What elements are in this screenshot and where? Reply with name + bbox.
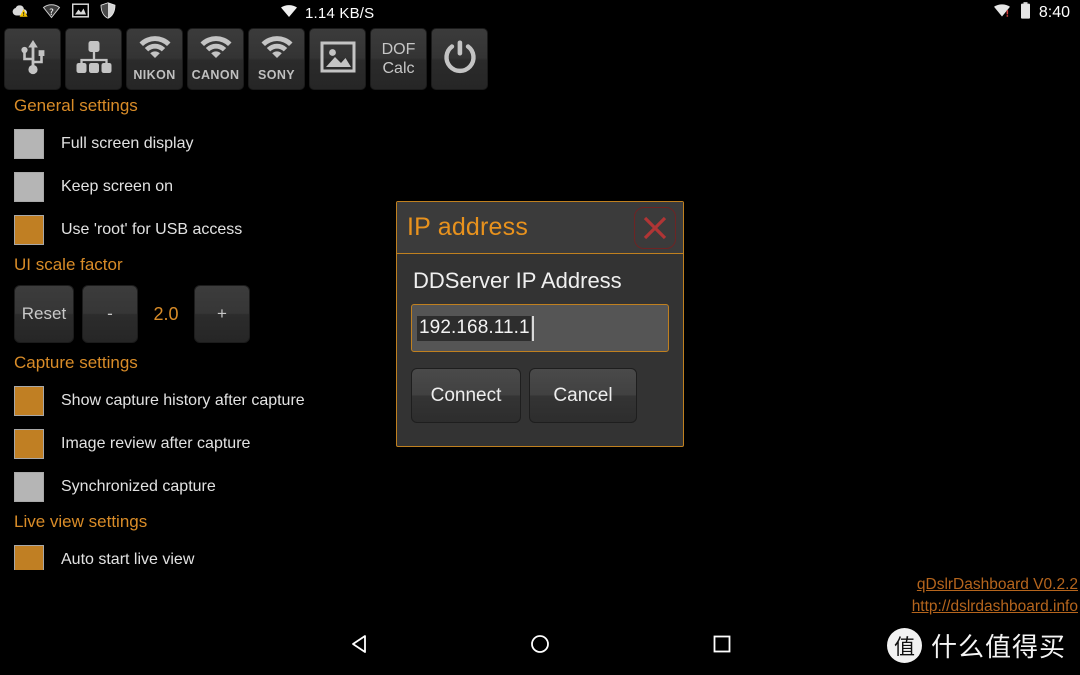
status-bar: ? 1.14 KB/S 8:40	[0, 0, 1080, 26]
wifi-icon	[260, 36, 294, 67]
svg-text:?: ?	[49, 8, 54, 18]
recents-button[interactable]	[682, 618, 762, 675]
checkbox-keep-screen-on[interactable]	[14, 171, 44, 202]
home-button[interactable]	[500, 618, 580, 675]
usb-connect-button[interactable]	[4, 28, 61, 90]
dialog-body: DDServer IP Address 192.168.11.1 Connect…	[397, 254, 683, 423]
dialog-actions: Connect Cancel	[411, 368, 669, 423]
checkbox-full-screen-display[interactable]	[14, 128, 44, 159]
home-circle-icon	[529, 633, 551, 660]
ip-address-input[interactable]: 192.168.11.1	[411, 304, 669, 352]
sony-label: SONY	[257, 68, 296, 82]
cancel-button[interactable]: Cancel	[529, 368, 637, 423]
app-version-link[interactable]: qDslrDashboard V0.2.2	[912, 574, 1078, 596]
checkbox-use-root-usb-access[interactable]	[14, 214, 44, 245]
main-toolbar: NIKON CANON SONY DOF Calc	[4, 28, 488, 90]
app-screen: ? 1.14 KB/S 8:40 NIKON CANON SONY DOF Ca…	[0, 0, 1080, 675]
watermark: 值 什么值得买	[886, 627, 1066, 664]
setting-full-screen-display[interactable]: Full screen display	[0, 122, 430, 165]
usb-icon	[18, 37, 48, 82]
power-button[interactable]	[431, 28, 488, 90]
setting-label: Use 'root' for USB access	[61, 220, 243, 238]
text-caret	[531, 315, 534, 341]
network-connect-button[interactable]	[65, 28, 122, 90]
setting-label: Image review after capture	[61, 434, 251, 452]
wifi-unknown-icon: ?	[42, 3, 61, 24]
scale-decrease-button[interactable]: -	[82, 285, 138, 343]
nikon-label: NIKON	[133, 68, 176, 82]
checkbox-image-review-after-capture[interactable]	[14, 428, 44, 459]
setting-keep-screen-on[interactable]: Keep screen on	[0, 165, 430, 208]
wifi-icon	[138, 36, 172, 67]
scale-reset-button[interactable]: Reset	[14, 285, 74, 343]
setting-image-review-after-capture[interactable]: Image review after capture	[0, 422, 430, 465]
setting-synchronized-capture[interactable]: Synchronized capture	[0, 465, 430, 508]
settings-panel[interactable]: General settings Full screen display Kee…	[0, 92, 430, 570]
dof-line1: DOF	[381, 41, 416, 58]
clock-text: 8:40	[1038, 4, 1070, 21]
gallery-button[interactable]	[309, 28, 366, 90]
scale-increase-button[interactable]: +	[194, 285, 250, 343]
website-link[interactable]: http://dslrdashboard.info	[912, 596, 1078, 618]
setting-label: Synchronized capture	[61, 477, 216, 495]
status-bar-left-icons: ?	[12, 0, 116, 26]
recents-square-icon	[712, 634, 732, 659]
network-tree-icon	[75, 38, 113, 81]
watermark-text: 什么值得买	[930, 633, 1066, 663]
power-icon	[443, 39, 477, 80]
footer-links: qDslrDashboard V0.2.2 http://dslrdashboa…	[912, 574, 1078, 618]
dof-line2: Calc	[382, 60, 415, 77]
battery-full-icon	[1020, 2, 1031, 24]
image-icon	[320, 41, 356, 78]
ip-address-input-value: 192.168.11.1	[417, 315, 531, 341]
dialog-title: IP address	[407, 213, 529, 241]
wifi-icon	[280, 4, 298, 23]
section-header-ui-scale: UI scale factor	[14, 255, 123, 274]
setting-auto-start-live-view[interactable]: Auto start live view	[0, 538, 430, 570]
cloud-warning-icon	[12, 3, 31, 24]
setting-label: Keep screen on	[61, 177, 174, 195]
setting-use-root-usb-access[interactable]: Use 'root' for USB access	[0, 208, 430, 251]
checkbox-synchronized-capture[interactable]	[14, 471, 44, 502]
checkbox-show-capture-history[interactable]	[14, 385, 44, 416]
section-header-live-view: Live view settings	[14, 512, 148, 531]
shield-icon	[100, 2, 116, 24]
wifi-icon	[199, 36, 233, 67]
setting-label: Auto start live view	[61, 550, 195, 568]
watermark-badge: 值	[886, 628, 922, 663]
nikon-wifi-button[interactable]: NIKON	[126, 28, 183, 90]
ip-address-dialog: IP address DDServer IP Address 192.168.1…	[396, 201, 684, 447]
wifi-alert-icon	[993, 3, 1012, 23]
connect-button[interactable]: Connect	[411, 368, 521, 423]
sony-wifi-button[interactable]: SONY	[248, 28, 305, 90]
setting-label: Full screen display	[61, 134, 194, 152]
ip-field-label: DDServer IP Address	[413, 268, 622, 293]
ui-scale-controls: Reset - 2.0 +	[0, 281, 430, 349]
network-speed-text: 1.14 KB/S	[305, 4, 375, 22]
dialog-header: IP address	[397, 202, 683, 254]
setting-label: Show capture history after capture	[61, 391, 305, 409]
setting-show-capture-history[interactable]: Show capture history after capture	[0, 379, 430, 422]
close-icon[interactable]	[634, 207, 676, 249]
back-button[interactable]	[320, 618, 400, 675]
back-triangle-icon	[349, 633, 371, 660]
section-header-capture: Capture settings	[14, 353, 138, 372]
scale-value: 2.0	[153, 303, 179, 324]
section-header-general: General settings	[14, 96, 138, 115]
checkbox-auto-start-live-view[interactable]	[14, 544, 44, 570]
dof-calc-button[interactable]: DOF Calc	[370, 28, 427, 90]
status-bar-right: 8:40	[993, 0, 1070, 26]
network-speed-indicator: 1.14 KB/S	[280, 0, 374, 26]
canon-wifi-button[interactable]: CANON	[187, 28, 244, 90]
screenshot-icon	[71, 3, 90, 23]
canon-label: CANON	[191, 68, 240, 82]
